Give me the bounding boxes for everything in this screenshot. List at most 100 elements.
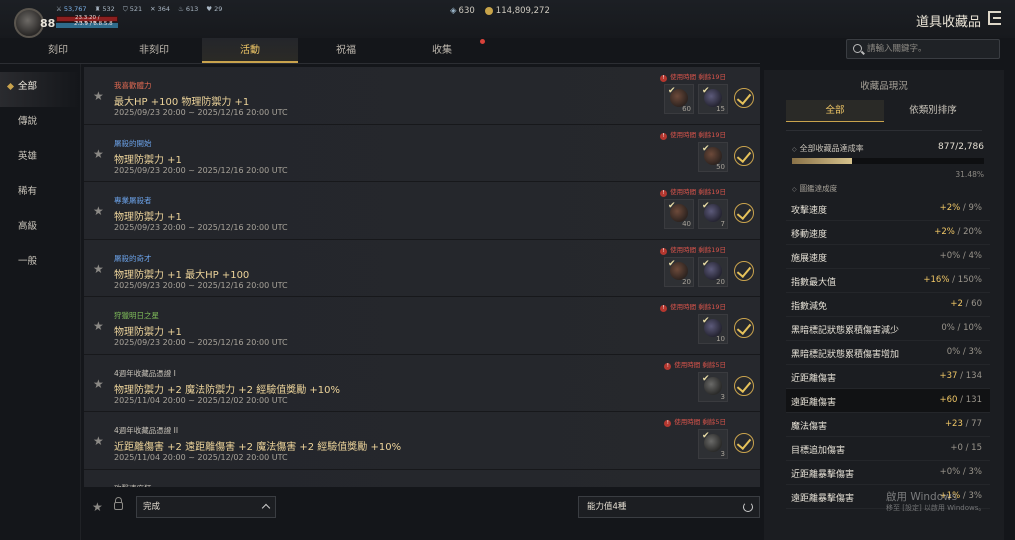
- collection-row[interactable]: ★攻擊速度狂: [84, 469, 760, 487]
- total-rate-percent: 31.48%: [955, 170, 984, 179]
- stat-value: +2 / 60: [950, 299, 982, 309]
- stat-label: 移動速度: [791, 230, 828, 240]
- category-legendary[interactable]: 傳說: [0, 107, 80, 142]
- collection-row[interactable]: ★ 4週年收藏品憑證 II 近距離傷害 +2 遠距離傷害 +2 魔法傷害 +2 經驗…: [84, 412, 760, 470]
- category-common[interactable]: 一般: [0, 247, 80, 282]
- tab-event[interactable]: 活動: [202, 38, 298, 63]
- item-slot[interactable]: ✔ 10: [698, 314, 728, 344]
- stat-row[interactable]: 遠距離傷害 +60 / 131: [786, 389, 990, 413]
- exit-icon[interactable]: [988, 11, 1001, 25]
- stat-label: 指數最大值: [791, 278, 837, 288]
- item-slot[interactable]: ✔ 7: [698, 199, 728, 229]
- completed-check-icon[interactable]: [734, 260, 754, 281]
- stat-max: 60: [971, 299, 982, 309]
- favorite-star-icon[interactable]: ★: [93, 204, 104, 218]
- favorite-star-icon[interactable]: ★: [93, 147, 104, 161]
- collection-row[interactable]: ★ 狩獵明日之星 物理防禦力 +1 2025/09/23 20:00 ~ 2025/1…: [84, 297, 760, 355]
- item-slots: ✔ 3: [698, 429, 728, 459]
- lock-icon[interactable]: [114, 497, 123, 510]
- stat-row[interactable]: 黑暗標記狀態累積傷害增加 0% / 3%: [786, 341, 990, 365]
- collection-row[interactable]: ★ 屠殺的開始 物理防禦力 +1 2025/09/23 20:00 ~ 2025/12…: [84, 124, 760, 182]
- favorite-star-icon[interactable]: ★: [93, 434, 104, 448]
- search-box: [846, 39, 1000, 59]
- stat-value: +2% / 20%: [934, 227, 982, 237]
- expiry-warning: 使用時間 剩餘19日: [660, 71, 726, 82]
- player-level: 88: [40, 17, 56, 30]
- list-footer: ★ 完成 能力值4種: [84, 494, 760, 522]
- favorite-star-icon[interactable]: ★: [93, 262, 104, 276]
- favorite-star-icon[interactable]: ★: [93, 319, 104, 333]
- completed-check-icon[interactable]: [734, 433, 754, 453]
- stat-filter[interactable]: 能力值4種: [578, 496, 760, 518]
- item-slots: ✔ 40 ✔ 7: [664, 199, 728, 229]
- stat-gain: 0%: [941, 323, 955, 333]
- item-slot[interactable]: ✔ 3: [698, 429, 728, 459]
- collection-row[interactable]: ★ 4週年收藏品憑證 I 物理防禦力 +2 魔法防禦力 +2 經驗值獎勵 +10% 2…: [84, 354, 760, 412]
- collection-row[interactable]: ★ 屠殺的奇才 物理防禦力 +1 最大HP +100 2025/09/23 20:00…: [84, 239, 760, 297]
- stat-label: 施展速度: [791, 254, 828, 264]
- stat-row[interactable]: 近距離暴擊傷害 +0% / 3%: [786, 461, 990, 485]
- item-count: 10: [716, 335, 725, 343]
- status-select[interactable]: 完成: [136, 496, 276, 518]
- item-slots: ✔ 20 ✔ 20: [664, 256, 728, 287]
- stat-row[interactable]: 指數最大值 +16% / 150%: [786, 269, 990, 293]
- tab-non-engraved[interactable]: 非刻印: [106, 38, 202, 63]
- item-slot[interactable]: ✔ 15: [698, 84, 728, 114]
- stat-row[interactable]: 近距離傷害 +37 / 134: [786, 365, 990, 389]
- collection-row[interactable]: ★ 專業屠殺者 物理防禦力 +1 2025/09/23 20:00 ~ 2025/12…: [84, 182, 760, 240]
- item-slot[interactable]: ✔ 20: [698, 256, 728, 287]
- collection-effect: 最大HP +100 物理防禦力 +1: [114, 97, 250, 108]
- item-slot[interactable]: ✔ 40: [664, 199, 694, 229]
- item-slot[interactable]: ✔ 3: [698, 371, 728, 402]
- stat-max: 3%: [968, 347, 983, 357]
- panel-tab-all[interactable]: 全部: [786, 100, 884, 122]
- category-advanced[interactable]: 高級: [0, 212, 80, 247]
- stat-gain: +0%: [939, 467, 961, 477]
- completed-check-icon[interactable]: [734, 145, 754, 166]
- stat-value: +37 / 134: [939, 371, 982, 381]
- category-all[interactable]: 全部: [0, 72, 80, 107]
- item-slot[interactable]: ✔ 50: [698, 141, 728, 172]
- panel-tabs: 全部 依類別排序: [786, 100, 982, 122]
- item-count: 15: [716, 105, 725, 113]
- completed-check-icon[interactable]: [734, 318, 754, 338]
- item-slot[interactable]: ✔ 20: [664, 256, 694, 287]
- search-icon[interactable]: [853, 44, 862, 53]
- check-icon: ✔: [702, 431, 710, 441]
- collection-row[interactable]: ★ 我喜歡體力 最大HP +100 物理防禦力 +1 2025/09/23 20:00…: [84, 67, 760, 125]
- favorite-star-icon[interactable]: ★: [93, 377, 104, 391]
- collection-status-panel: 收藏品現況 全部 依類別排序 全部收藏品達成率 877/2,786 31.48%…: [764, 70, 1004, 540]
- check-icon: ✔: [702, 143, 710, 154]
- panel-tab-by-category[interactable]: 依類別排序: [884, 100, 982, 122]
- item-slot[interactable]: ✔ 60: [664, 84, 694, 114]
- stat-row[interactable]: 移動速度 +2% / 20%: [786, 221, 990, 245]
- tab-collect[interactable]: 收集: [394, 38, 490, 63]
- completed-check-icon[interactable]: [734, 88, 754, 108]
- tab-blessing[interactable]: 祝福: [298, 38, 394, 63]
- tab-engraved[interactable]: 刻印: [10, 38, 106, 63]
- stat-row[interactable]: 魔法傷害 +23 / 77: [786, 413, 990, 437]
- stat-row[interactable]: 指數減免 +2 / 60: [786, 293, 990, 317]
- item-count: 60: [682, 105, 691, 113]
- check-icon: ✔: [702, 373, 710, 384]
- stat-label: 指數減免: [791, 302, 828, 312]
- stat-value: 0% / 3%: [946, 347, 983, 357]
- stat-max: 4%: [968, 251, 983, 261]
- category-sidebar: 全部 傳說 英雄 稀有 高級 一般: [0, 72, 80, 282]
- gold-count: 114,809,272: [484, 6, 550, 16]
- item-count: 3: [720, 450, 725, 458]
- stat-row[interactable]: 施展速度 +0% / 4%: [786, 245, 990, 269]
- favorite-filter-star-icon[interactable]: ★: [92, 500, 103, 514]
- category-rare[interactable]: 稀有: [0, 177, 80, 212]
- stat-row[interactable]: 攻擊速度 +2% / 9%: [786, 197, 990, 221]
- stat-row[interactable]: 目標追加傷害 +0 / 15: [786, 437, 990, 461]
- completed-check-icon[interactable]: [734, 375, 754, 396]
- completed-check-icon[interactable]: [734, 203, 754, 223]
- favorite-star-icon[interactable]: ★: [93, 89, 104, 103]
- search-input[interactable]: [867, 42, 995, 56]
- stat-row[interactable]: 黑暗標記狀態累積傷害減少 0% / 10%: [786, 317, 990, 341]
- item-count: 20: [716, 277, 725, 286]
- fire-icon: ♨: [178, 5, 184, 13]
- refresh-icon[interactable]: [743, 502, 753, 512]
- category-heroic[interactable]: 英雄: [0, 142, 80, 177]
